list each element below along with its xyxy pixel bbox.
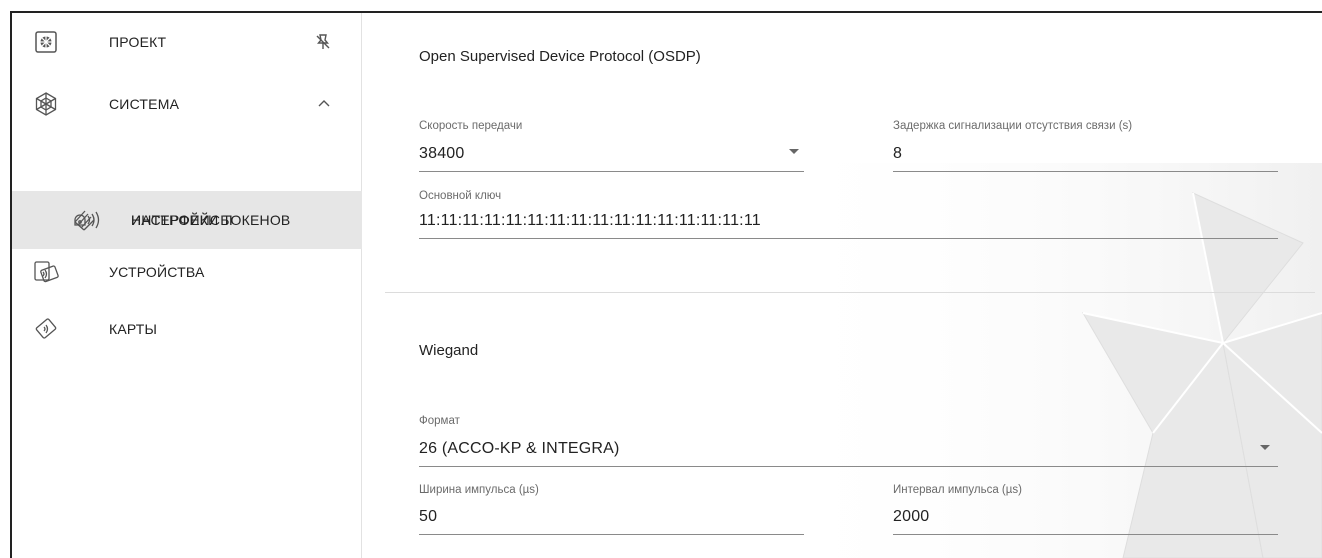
sidebar-item-devices[interactable]: УСТРОЙСТВА: [12, 243, 362, 301]
main-content: Open Supervised Device Protocol (OSDP) С…: [363, 13, 1322, 558]
master-key-underline: [419, 238, 1278, 239]
sidebar-item-token-settings[interactable]: НАСТРОЙКИ ТОКЕНОВ: [12, 191, 362, 249]
baud-rate-label: Скорость передачи: [419, 120, 523, 132]
pulse-width-input[interactable]: 50: [419, 508, 437, 526]
sidebar-item-project[interactable]: ПРОЕКТ: [12, 13, 362, 71]
token-wireless-icon: [72, 207, 102, 233]
sidebar-item-label: УСТРОЙСТВА: [109, 264, 205, 280]
master-key-label: Основной ключ: [419, 190, 502, 202]
card-icon: [33, 316, 59, 342]
chevron-down-icon[interactable]: [789, 149, 799, 154]
format-label: Формат: [419, 415, 460, 427]
background-watermark: [763, 163, 1322, 558]
gear-icon: [33, 29, 59, 55]
comm-loss-delay-input[interactable]: 8: [893, 145, 902, 163]
format-select[interactable]: 26 (ACCO-KP & INTEGRA): [419, 440, 620, 458]
format-underline: [419, 466, 1278, 467]
sidebar-item-label: НАСТРОЙКИ ТОКЕНОВ: [131, 212, 291, 228]
pulse-interval-label: Интервал импульса (µs): [893, 484, 1022, 496]
sidebar-item-label: СИСТЕМА: [109, 96, 180, 112]
section-divider: [385, 292, 1315, 293]
comm-loss-delay-underline: [893, 171, 1278, 172]
pulse-width-label: Ширина импульса (µs): [419, 484, 539, 496]
master-key-input[interactable]: 11:11:11:11:11:11:11:11:11:11:11:11:11:1…: [419, 212, 761, 230]
pulse-interval-input[interactable]: 2000: [893, 508, 929, 526]
baud-rate-select[interactable]: 38400: [419, 145, 465, 163]
sidebar-item-system[interactable]: СИСТЕМА: [12, 75, 362, 133]
comm-loss-delay-label: Задержка сигнализации отсутствия связи (…: [893, 120, 1133, 132]
pin-off-icon[interactable]: [314, 33, 332, 51]
pulse-width-underline: [419, 534, 804, 535]
baud-rate-underline: [419, 171, 804, 172]
wiegand-section-title: Wiegand: [419, 342, 479, 359]
osdp-section-title: Open Supervised Device Protocol (OSDP): [419, 48, 701, 65]
chevron-up-icon[interactable]: [316, 95, 334, 113]
sidebar-item-cards[interactable]: КАРТЫ: [12, 300, 362, 358]
pulse-interval-underline: [893, 534, 1278, 535]
snowflake-icon: [33, 91, 59, 117]
chevron-down-icon[interactable]: [1260, 445, 1270, 450]
sidebar-item-label: КАРТЫ: [109, 321, 158, 337]
sidebar: ПРОЕКТ СИСТЕМА ИНТЕРФЕЙСЫ НАСТРОЙКИ ТОКЕ…: [12, 13, 362, 558]
card-reader-icon: [33, 259, 59, 285]
sidebar-item-label: ПРОЕКТ: [109, 34, 167, 50]
